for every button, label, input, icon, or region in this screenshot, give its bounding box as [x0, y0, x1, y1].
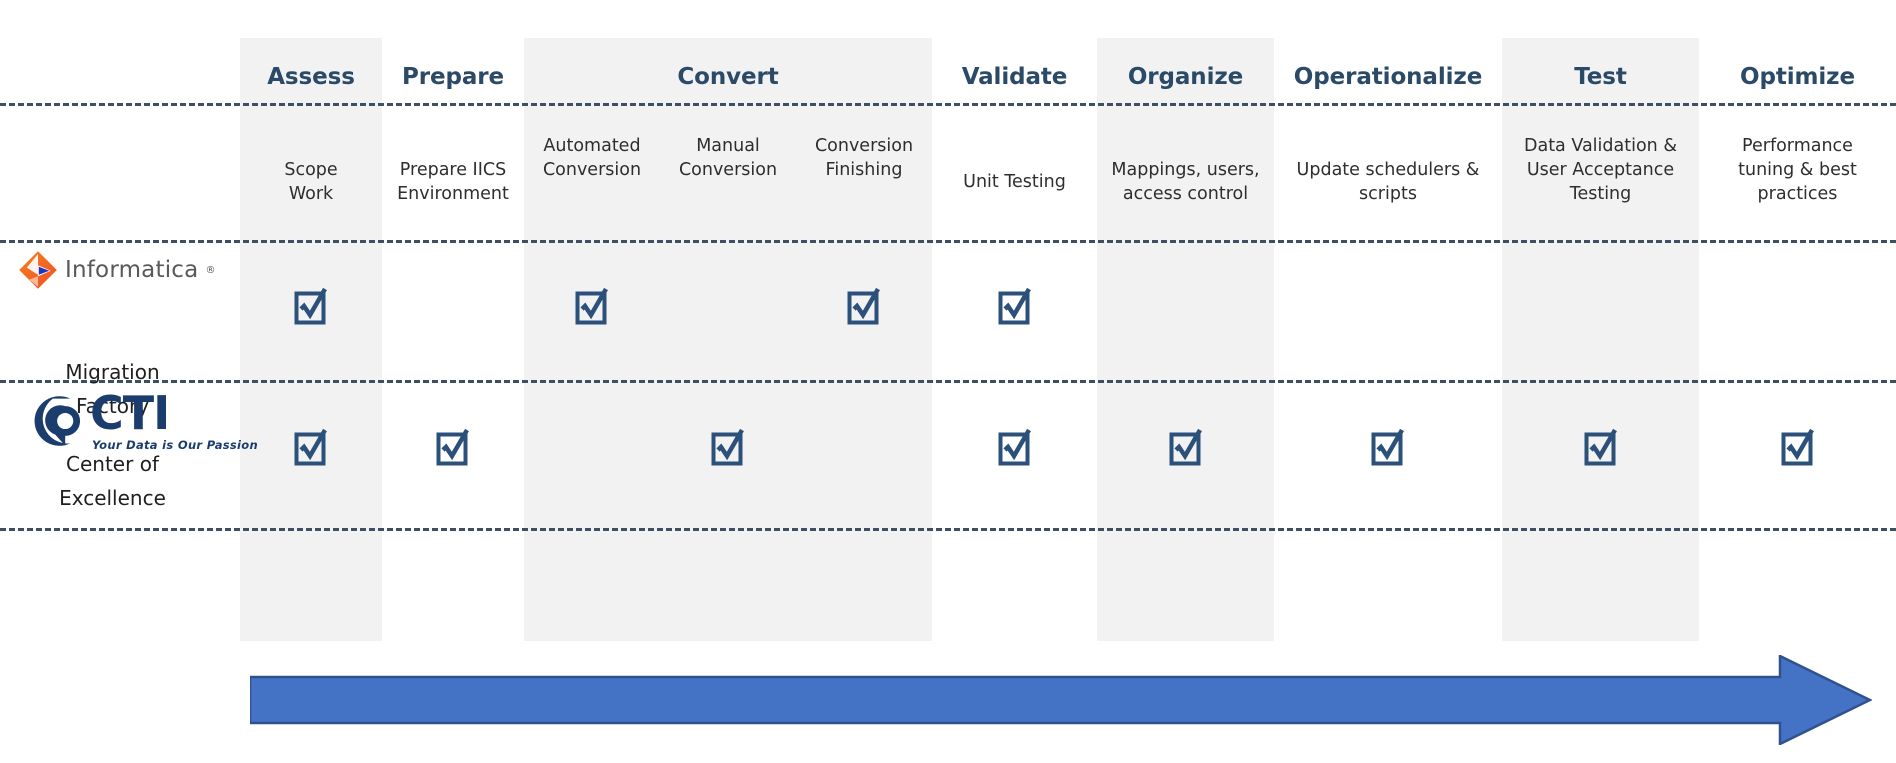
phase-header-convert[interactable]: Convert	[524, 62, 932, 92]
phase-header-operationalize[interactable]: Operationalize	[1274, 62, 1502, 92]
row-label-cti: Center of Excellence	[59, 452, 166, 510]
checkmark-cti-optimize[interactable]	[1781, 428, 1815, 466]
migration-phase-matrix: Assess Prepare Convert Validate Organize Oper…	[0, 0, 1896, 763]
phase-header-organize[interactable]: Organize	[1097, 62, 1274, 92]
phase-description-optimize: Performance tuning & best practices	[1738, 136, 1857, 204]
checkmark-cti-prepare[interactable]	[436, 428, 470, 466]
cti-swirl-icon	[34, 396, 81, 446]
phase-description-prepare: Prepare IICS Environment	[397, 160, 509, 204]
row-separator-3	[0, 380, 1896, 383]
cti-logo: CTI Your Data is Our Passion	[28, 386, 258, 456]
phase-description-automated: Automated Conversion	[542, 136, 642, 180]
phase-header-prepare[interactable]: Prepare	[382, 62, 524, 92]
column-band-organize	[1097, 38, 1274, 641]
timeline-progress-arrow	[248, 653, 1873, 749]
column-band-test	[1502, 38, 1699, 641]
phase-header-test[interactable]: Test	[1502, 62, 1699, 92]
informatica-diamond-icon	[19, 251, 57, 289]
row-separator-4	[0, 528, 1896, 531]
phase-header-validate[interactable]: Validate	[932, 62, 1097, 92]
checkmark-cti-organize[interactable]	[1169, 428, 1203, 466]
arrow-shape-icon	[248, 653, 1873, 747]
checkmark-informatica-finishing[interactable]	[847, 287, 881, 325]
phase-description-manual: Manual Conversion	[678, 136, 778, 180]
checkmark-informatica-validate[interactable]	[998, 287, 1032, 325]
cti-tagline: Your Data is Our Passion	[92, 438, 258, 452]
phase-description-validate: Unit Testing	[963, 172, 1066, 192]
checkmark-cti-assess[interactable]	[294, 428, 328, 466]
cti-wordmark: CTI	[90, 386, 170, 440]
row-separator-2	[0, 240, 1896, 243]
checkmark-informatica-assess[interactable]	[294, 287, 328, 325]
row-separator-1	[0, 103, 1896, 106]
checkmark-cti-manual[interactable]	[711, 428, 745, 466]
phase-description-test: Data Validation & User Acceptance Testing	[1524, 136, 1677, 204]
phase-header-optimize[interactable]: Optimize	[1699, 62, 1896, 92]
column-band-assess	[240, 38, 382, 641]
checkmark-informatica-automated[interactable]	[575, 287, 609, 325]
checkmark-cti-operationalize[interactable]	[1371, 428, 1405, 466]
checkmark-cti-test[interactable]	[1584, 428, 1618, 466]
informatica-trademark-icon: ®	[205, 264, 216, 276]
checkmark-cti-validate[interactable]	[998, 428, 1032, 466]
phase-description-organize: Mappings, users, access control	[1111, 160, 1260, 204]
column-band-convert	[524, 38, 932, 641]
phase-description-finishing: Conversion Finishing	[814, 136, 914, 180]
informatica-wordmark: Informatica	[65, 257, 199, 283]
phase-description-operationalize: Update schedulers & scripts	[1296, 160, 1480, 204]
phase-header-assess[interactable]: Assess	[240, 62, 382, 92]
phase-description-assess: Scope Work	[284, 160, 338, 204]
informatica-logo: Informatica ®	[18, 250, 215, 290]
